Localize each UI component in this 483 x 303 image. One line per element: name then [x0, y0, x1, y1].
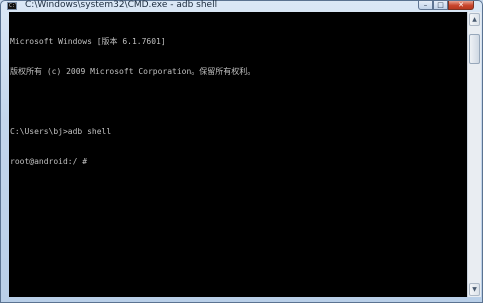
minimize-button[interactable]: –	[418, 1, 433, 10]
console-line: 版权所有 (c) 2009 Microsoft Corporation。保留所有…	[10, 67, 256, 76]
scrollbar-thumb[interactable]	[469, 34, 480, 64]
console-line: C:\Users\bj>adb shell	[10, 127, 112, 136]
console-prompt-line: root@android:/ #	[10, 157, 88, 166]
maximize-icon: □	[437, 1, 444, 9]
console-text: Microsoft Windows [版本 6.1.7601] 版权所有 (c)…	[10, 17, 255, 187]
scroll-up-button[interactable]: ▲	[469, 13, 480, 26]
window-bottom-border	[1, 295, 482, 302]
console-output[interactable]: Microsoft Windows [版本 6.1.7601] 版权所有 (c)…	[9, 12, 467, 297]
minimize-icon: –	[423, 1, 428, 9]
window-title: C:\Windows\system32\CMD.exe - adb shell	[25, 0, 218, 10]
cmd-window: C:\ C:\Windows\system32\CMD.exe - adb sh…	[0, 0, 483, 303]
maximize-button[interactable]: □	[433, 1, 448, 10]
close-icon: ✕	[458, 1, 464, 9]
arrow-up-icon: ▲	[472, 16, 477, 23]
vertical-scrollbar[interactable]: ▲ ▼	[467, 12, 481, 297]
console-line: Microsoft Windows [版本 6.1.7601]	[10, 37, 166, 46]
command-prompt-icon[interactable]: C:\	[7, 2, 17, 10]
close-button[interactable]: ✕	[448, 1, 474, 10]
window-controls: – □ ✕	[418, 1, 474, 12]
arrow-down-icon: ▼	[472, 286, 477, 293]
title-bar[interactable]: C:\ C:\Windows\system32\CMD.exe - adb sh…	[1, 0, 482, 12]
